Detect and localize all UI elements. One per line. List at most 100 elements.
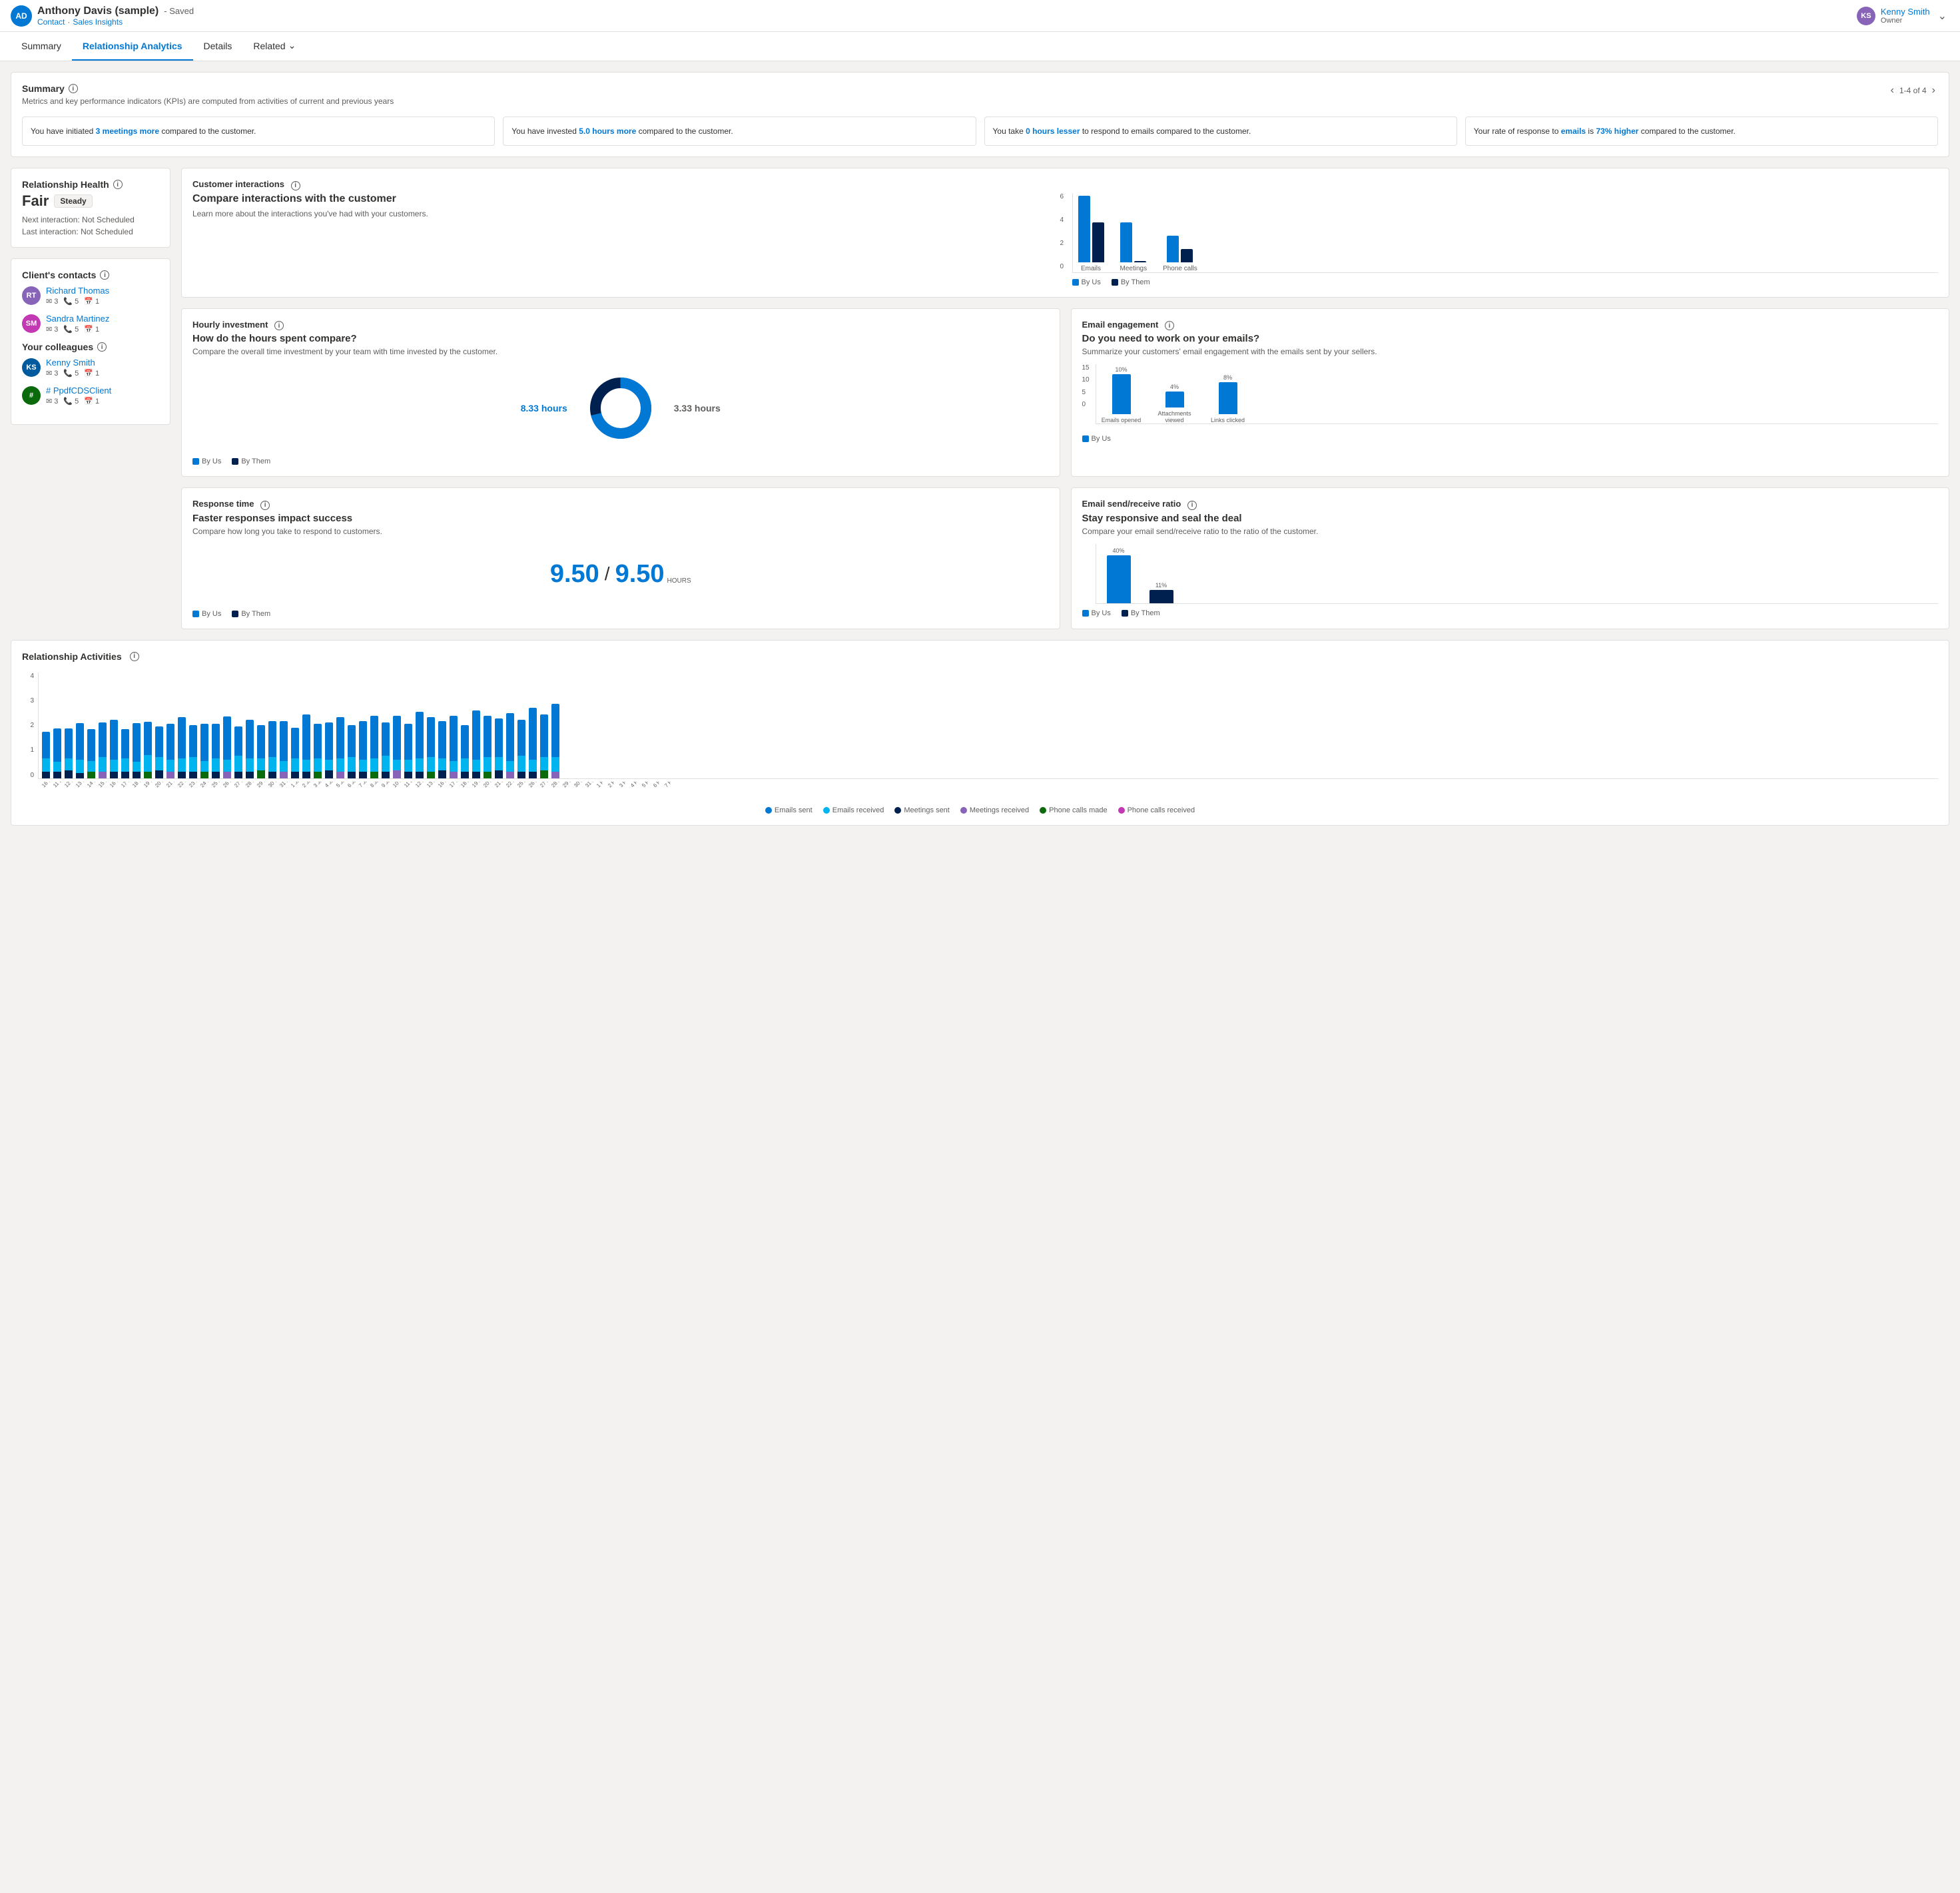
stacked-bar xyxy=(177,717,186,778)
prev-page-button[interactable]: ‹ xyxy=(1888,83,1897,98)
stacked-bar xyxy=(53,728,62,778)
stacked-bar xyxy=(392,716,402,778)
panel-grid-2: Response time i Faster responses impact … xyxy=(181,487,1949,629)
hourly-info-icon[interactable]: i xyxy=(274,321,284,330)
owner-name[interactable]: Kenny Smith xyxy=(1881,7,1930,17)
customer-interactions-desc: Learn more about the interactions you've… xyxy=(192,209,1059,218)
stacked-bar xyxy=(98,722,107,778)
bar-meetings-us xyxy=(1120,222,1132,262)
colleague-name-kenny[interactable]: Kenny Smith xyxy=(46,358,159,368)
stacked-bar xyxy=(222,716,232,778)
summary-card-2: You have invested 5.0 hours more compare… xyxy=(503,117,976,146)
stacked-bar xyxy=(404,724,413,778)
response-time-info-icon[interactable]: i xyxy=(260,501,270,510)
panel-grid-1: Hourly investment i How do the hours spe… xyxy=(181,308,1949,477)
donut-chart xyxy=(587,375,654,441)
next-page-button[interactable]: › xyxy=(1929,83,1938,98)
email-engagement-heading: Do you need to work on your emails? xyxy=(1082,333,1939,344)
header-left: AD Anthony Davis (sample) - Saved Contac… xyxy=(11,5,194,27)
stacked-bar xyxy=(336,717,345,778)
clients-contacts-card: Client's contacts i RT Richard Thomas ✉ … xyxy=(11,258,170,425)
stacked-bar xyxy=(438,721,447,778)
email-engagement-panel: Email engagement i Do you need to work o… xyxy=(1071,308,1950,477)
colleagues-info-icon[interactable]: i xyxy=(97,342,107,352)
clients-contacts-title: Client's contacts i xyxy=(22,270,159,280)
email-send-receive-panel: Email send/receive ratio i Stay responsi… xyxy=(1071,487,1950,629)
stacked-bar xyxy=(472,710,481,778)
response-by-us: 9.50 xyxy=(550,560,599,589)
summary-card-1: You have initiated 3 meetings more compa… xyxy=(22,117,495,146)
stacked-bar xyxy=(143,722,153,778)
activities-legend: Emails sent Emails received Meetings sen… xyxy=(22,806,1938,814)
email-engagement-desc: Summarize your customers' email engageme… xyxy=(1082,347,1939,356)
owner-avatar: KS xyxy=(1857,7,1875,25)
response-unit: HOURS xyxy=(667,577,691,585)
stacked-bar xyxy=(528,708,537,778)
activities-title: Relationship Activities i xyxy=(22,651,1938,662)
avatar-sandra: SM xyxy=(22,314,41,333)
contact-stats-richard: ✉ 3 📞 5 📅 1 xyxy=(46,297,159,306)
contact-avatar: AD xyxy=(11,5,32,27)
summary-info-icon[interactable]: i xyxy=(69,84,78,93)
bar-emails-opened xyxy=(1112,374,1131,414)
health-info-icon[interactable]: i xyxy=(113,180,123,189)
activities-y-axis: 4 3 2 1 0 xyxy=(22,673,38,779)
clients-info-icon[interactable]: i xyxy=(100,270,109,280)
bar-send-them xyxy=(1149,590,1173,603)
email-engagement-legend: By Us xyxy=(1082,435,1939,443)
summary-header-row: Summary i Metrics and key performance in… xyxy=(22,83,1938,114)
email-send-receive-info-icon[interactable]: i xyxy=(1187,501,1197,510)
health-title: Relationship Health i xyxy=(22,179,159,190)
response-time-desc: Compare how long you take to respond to … xyxy=(192,527,1049,536)
contact-name-sandra[interactable]: Sandra Martinez xyxy=(46,314,159,324)
bar-phonecalls-us xyxy=(1167,236,1179,262)
tab-relationship-analytics[interactable]: Relationship Analytics xyxy=(72,33,193,61)
header-chevron-down[interactable]: ⌄ xyxy=(1935,8,1949,24)
hourly-investment-panel: Hourly investment i How do the hours spe… xyxy=(181,308,1060,477)
response-time-legend: By Us By Them xyxy=(192,610,1049,618)
bar-phonecalls-them xyxy=(1181,249,1193,262)
avatar-kenny: KS xyxy=(22,358,41,377)
breadcrumb-module[interactable]: Sales Insights xyxy=(73,17,123,27)
email-engagement-title: Email engagement i xyxy=(1082,320,1939,331)
top-header: AD Anthony Davis (sample) - Saved Contac… xyxy=(0,0,1960,32)
customer-interactions-info-icon[interactable]: i xyxy=(291,181,300,190)
email-send-receive-desc: Compare your email send/receive ratio to… xyxy=(1082,527,1939,536)
breadcrumb-contact[interactable]: Contact xyxy=(37,17,65,27)
breadcrumb: Contact · Sales Insights xyxy=(37,17,194,27)
stacked-bar xyxy=(517,720,526,778)
stacked-bar xyxy=(460,725,470,778)
stacked-bar xyxy=(245,720,254,778)
steady-badge: Steady xyxy=(54,194,92,208)
bar-meetings-them xyxy=(1134,261,1146,262)
stacked-bar xyxy=(211,724,220,778)
stacked-bar xyxy=(381,722,390,778)
email-engagement-info-icon[interactable]: i xyxy=(1165,321,1174,330)
nav-tabs: Summary Relationship Analytics Details R… xyxy=(0,32,1960,61)
colleague-stats-ppdf: ✉ 3 📞 5 📅 1 xyxy=(46,397,159,406)
relationship-activities-section: Relationship Activities i 4 3 2 1 0 xyxy=(11,640,1949,826)
right-column: Customer interactions i Compare interact… xyxy=(181,168,1949,629)
related-chevron-icon: ⌄ xyxy=(288,40,296,51)
email-send-receive-title: Email send/receive ratio i xyxy=(1082,499,1939,510)
stacked-bar xyxy=(188,725,198,778)
main-content: Summary i Metrics and key performance in… xyxy=(0,61,1960,836)
activities-x-labels: 16 Dec 11 Dec 12 Dec 13 Dec 14 Dec 15 De… xyxy=(38,782,1938,790)
bar-attachments xyxy=(1165,392,1184,407)
stacked-bar xyxy=(483,716,492,778)
avatar-richard: RT xyxy=(22,286,41,305)
relationship-health-card: Relationship Health i Fair Steady Next i… xyxy=(11,168,170,248)
response-by-them: 9.50 xyxy=(615,560,665,589)
colleague-name-ppdf[interactable]: # PpdfCDSClient xyxy=(46,386,159,396)
activities-info-icon[interactable]: i xyxy=(130,652,139,661)
stacked-bar xyxy=(539,714,549,778)
stacked-bar xyxy=(426,717,436,778)
stacked-bar xyxy=(64,728,73,778)
tab-related[interactable]: Related ⌄ xyxy=(242,32,306,61)
tab-details[interactable]: Details xyxy=(193,33,243,61)
summary-section: Summary i Metrics and key performance in… xyxy=(11,72,1949,157)
customer-interactions-legend: By Us By Them xyxy=(1072,278,1939,286)
stacked-bar xyxy=(449,716,458,778)
contact-name-richard[interactable]: Richard Thomas xyxy=(46,286,159,296)
tab-summary[interactable]: Summary xyxy=(11,33,72,61)
